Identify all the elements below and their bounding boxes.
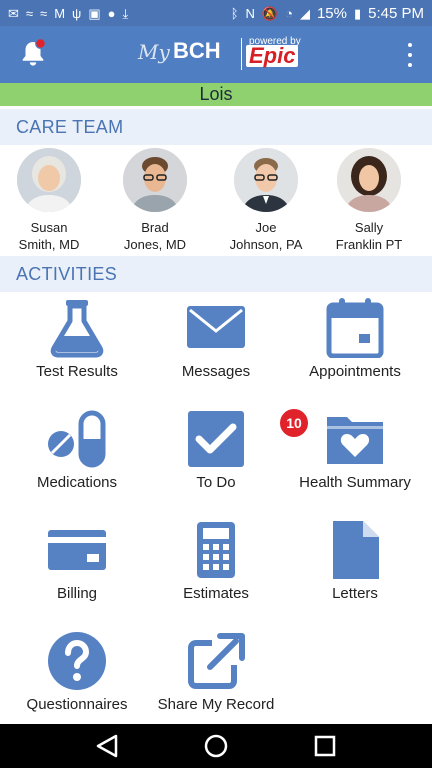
avatar: [234, 148, 298, 212]
logo-my-text: My: [138, 40, 170, 64]
tile-label: Test Results: [36, 363, 118, 380]
member-last-name: Jones, MD: [123, 237, 187, 252]
member-first-name: Joe: [255, 220, 277, 235]
home-icon[interactable]: [204, 734, 228, 758]
wave-icon: ≈: [40, 5, 48, 21]
ball-icon: ●: [107, 5, 116, 21]
member-last-name: Johnson, PA: [229, 237, 303, 252]
flask-icon: [47, 298, 107, 358]
nfc-icon: N: [245, 5, 255, 21]
gmail-icon: M: [54, 5, 66, 21]
tile-label: Messages: [181, 363, 251, 380]
notifications-bell-icon[interactable]: [18, 38, 48, 68]
status-time: 5:45 PM: [368, 4, 424, 22]
member-first-name: Brad: [141, 220, 169, 235]
care-team-member[interactable]: Susan Smith, MD: [0, 148, 103, 253]
battery-icon: ▮: [353, 5, 362, 21]
share-icon: [186, 631, 246, 691]
mute-icon: 🔕: [261, 5, 279, 21]
care-team-member[interactable]: Sally Franklin PT: [315, 148, 423, 253]
tile-label: Health Summary: [299, 474, 411, 491]
tile-label: Estimates: [183, 585, 249, 602]
member-first-name: Susan: [30, 220, 68, 235]
care-team-list: Susan Smith, MD Brad Jones, MD Joe Johns…: [0, 146, 432, 254]
pill-icon: [47, 409, 107, 469]
document-icon: [325, 520, 385, 580]
more-options-icon[interactable]: [402, 43, 418, 67]
appointments-button[interactable]: Appointments: [283, 292, 427, 403]
status-bar: ✉ ≈ ≈ M ψ ▣ ● ⤓ ᛒ N 🔕 ◔ ◢ 15% ▮ 5:45 PM: [0, 0, 432, 26]
test-results-button[interactable]: Test Results: [5, 292, 149, 403]
system-icons: ᛒ N 🔕 ◔ ◢ 15% ▮ 5:45 PM: [231, 5, 424, 22]
activities-header: ACTIVITIES: [0, 256, 432, 292]
medications-button[interactable]: Medications: [5, 403, 149, 514]
avatar: [337, 148, 401, 212]
credit-card-icon: [47, 520, 107, 580]
tile-label: Share My Record: [157, 696, 275, 713]
question-icon: [47, 631, 107, 691]
image-icon: ▣: [88, 5, 101, 21]
tile-label: Billing: [56, 585, 98, 602]
tile-label: Questionnaires: [26, 696, 128, 713]
email-icon: ✉: [8, 5, 19, 21]
folder-heart-icon: [325, 409, 385, 469]
care-team-header: CARE TEAM: [0, 109, 432, 145]
logo-divider: [241, 38, 242, 70]
avatar: [17, 148, 81, 212]
estimates-button[interactable]: Estimates: [144, 514, 288, 625]
tile-label: To Do: [196, 474, 236, 491]
share-my-record-button[interactable]: Share My Record: [144, 625, 288, 736]
notification-icons: ✉ ≈ ≈ M ψ ▣ ● ⤓: [8, 7, 128, 20]
usb-icon: ψ: [72, 5, 82, 21]
epic-logo: Epic: [246, 45, 299, 67]
care-team-member[interactable]: Joe Johnson, PA: [212, 148, 320, 253]
wave-icon: ≈: [25, 5, 34, 21]
android-nav-bar: [0, 724, 432, 768]
wifi-icon: ◔: [285, 5, 293, 21]
tile-label: Appointments: [309, 363, 401, 380]
battery-percent: 15%: [316, 4, 347, 22]
care-team-member[interactable]: Brad Jones, MD: [101, 148, 209, 253]
download-icon: ⤓: [122, 5, 129, 21]
app-header: My BCH powered by Epic: [0, 26, 432, 83]
to-do-button[interactable]: 10 To Do: [144, 403, 310, 514]
questionnaires-button[interactable]: Questionnaires: [5, 625, 149, 736]
member-first-name: Sally: [354, 220, 384, 235]
recents-icon[interactable]: [314, 735, 336, 757]
calculator-icon: [186, 520, 246, 580]
bluetooth-icon: ᛒ: [230, 5, 239, 21]
logo-bch-text: BCH: [173, 38, 221, 63]
health-summary-button[interactable]: Health Summary: [283, 403, 427, 514]
member-last-name: Smith, MD: [18, 237, 80, 252]
patient-name-bar[interactable]: Lois: [0, 83, 432, 106]
letters-button[interactable]: Letters: [283, 514, 427, 625]
back-icon[interactable]: [96, 734, 118, 758]
mybch-logo: My BCH powered by Epic: [138, 34, 308, 74]
tile-label: Letters: [332, 585, 378, 602]
avatar: [123, 148, 187, 212]
signal-icon: ◢: [299, 5, 310, 21]
envelope-icon: [186, 298, 246, 358]
member-last-name: Franklin PT: [335, 237, 403, 252]
activities-grid: Test Results Messages Appointments Medic…: [0, 292, 432, 724]
tile-label: Medications: [36, 474, 118, 491]
messages-button[interactable]: Messages: [144, 292, 288, 403]
calendar-icon: [325, 298, 385, 359]
billing-button[interactable]: Billing: [5, 514, 149, 625]
checkbox-icon: 10: [186, 407, 310, 469]
